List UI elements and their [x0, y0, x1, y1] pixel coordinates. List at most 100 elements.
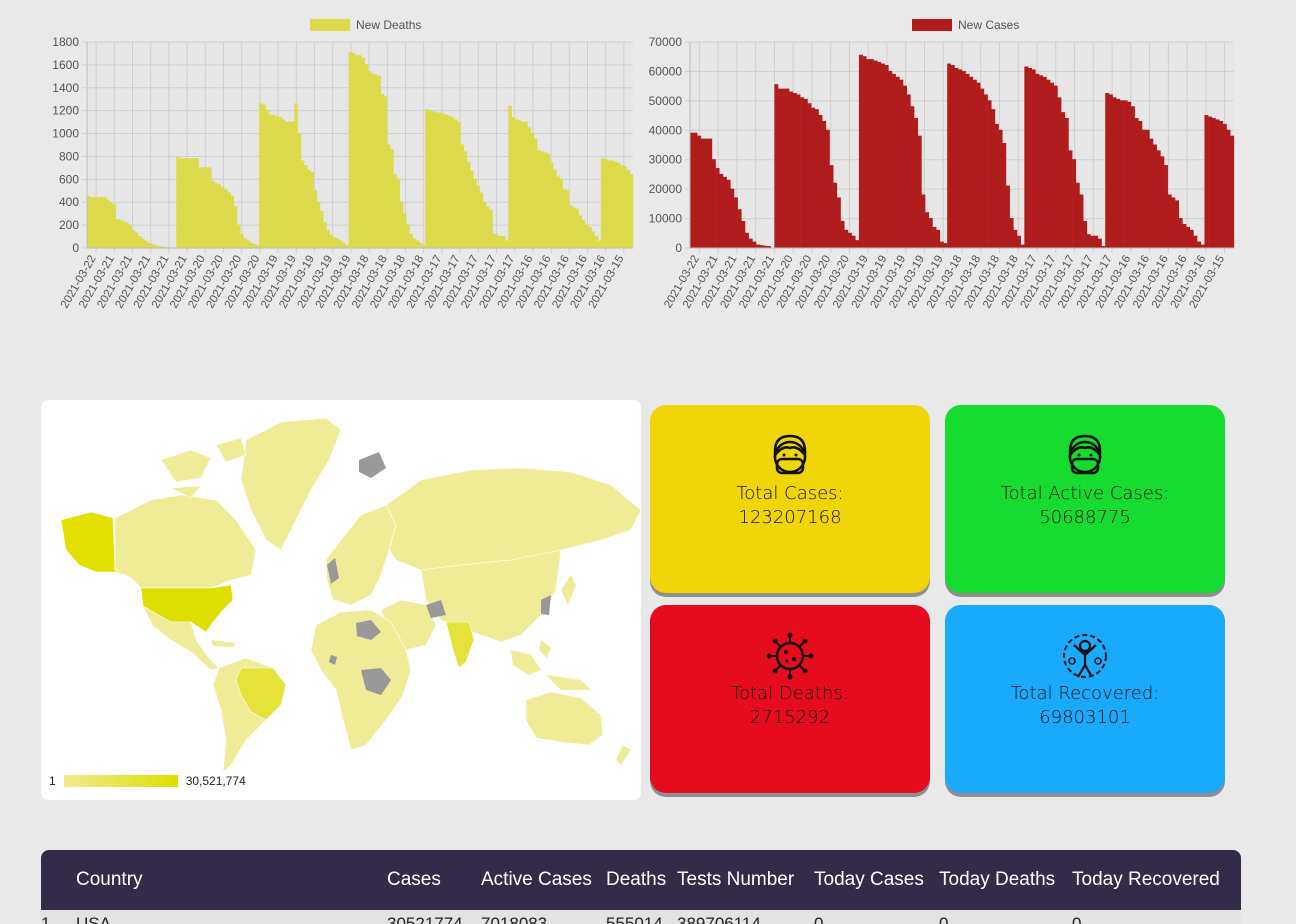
cases-bar [1013, 229, 1018, 249]
cases-bar [972, 79, 977, 249]
deaths-bar [466, 161, 471, 249]
world-map-svg[interactable] [41, 400, 641, 780]
deaths-bar [511, 117, 516, 249]
row-today-deaths: 0 [939, 914, 949, 924]
cases-bar [800, 97, 805, 249]
cases-bar [1138, 120, 1143, 249]
deaths-bar [115, 218, 120, 249]
russia-region[interactable] [385, 467, 641, 571]
deaths-bar [604, 159, 608, 249]
cases-bar [836, 197, 841, 249]
total-deaths-card: Total Deaths: 2715292 [650, 605, 930, 793]
deaths-bar [329, 234, 334, 249]
deaths-bar [450, 117, 455, 249]
cases-bar [969, 76, 974, 249]
cases-bar [833, 182, 838, 249]
total-recovered-card: Total Recovered: 69803101 [945, 605, 1225, 793]
cases-bar [862, 56, 867, 249]
cases-bar [1079, 194, 1084, 249]
cases-bar [1053, 85, 1058, 249]
deaths-bar [272, 114, 276, 249]
column-header-today-cases[interactable]: Today Cases [814, 869, 924, 891]
map-legend: 1 30,521,774 [49, 774, 246, 788]
deaths-bar [147, 242, 152, 249]
column-header-cases[interactable]: Cases [387, 869, 441, 891]
cases-bar [855, 240, 860, 249]
column-header-active-cases[interactable]: Active Cases [481, 869, 592, 891]
cases-bar [899, 79, 904, 249]
deaths-bar [195, 158, 199, 249]
cases-bar [914, 118, 919, 249]
deaths-bar [291, 121, 295, 249]
deaths-bar [176, 157, 180, 249]
caribbean-region[interactable] [211, 640, 236, 647]
cases-bar [1039, 75, 1043, 249]
column-header-deaths[interactable]: Deaths [606, 869, 666, 891]
cases-bar [1116, 98, 1121, 249]
cases-bar [774, 84, 779, 249]
deaths-bar [297, 133, 302, 249]
cases-bar [1160, 156, 1165, 249]
japan-region[interactable] [561, 575, 576, 605]
deaths-bar [326, 230, 330, 249]
cases-bar [715, 168, 720, 249]
cases-bar [1097, 238, 1102, 249]
canada-region[interactable] [114, 494, 257, 589]
deaths-bar [358, 55, 362, 249]
deaths-bar [425, 109, 429, 249]
cases-bar [737, 209, 742, 249]
greenland-region[interactable] [240, 417, 342, 551]
deaths-bar [380, 94, 385, 249]
cases-y-tick-label: 10000 [649, 212, 683, 226]
deaths-bar [393, 174, 397, 249]
cases-bar [1086, 234, 1091, 249]
deaths-bar [501, 236, 506, 249]
cases-bar [814, 109, 819, 249]
cases-bar [1075, 182, 1080, 249]
cases-legend-swatch [912, 19, 952, 31]
column-header-country[interactable]: Country [76, 869, 143, 891]
table-row[interactable]: 1 USA 30521774 7018083 555014 389706114 … [41, 910, 1241, 924]
cases-bar [991, 109, 996, 249]
map-legend-gradient [63, 775, 178, 787]
arctic-islands-region[interactable] [160, 437, 247, 499]
australia-region[interactable] [525, 691, 604, 746]
india-region[interactable] [445, 621, 475, 669]
deaths-y-tick-label: 800 [59, 149, 79, 163]
cases-bar [1061, 112, 1066, 249]
total-deaths-value: 2715292 [749, 707, 831, 728]
cases-y-tick-label: 50000 [649, 94, 683, 108]
cases-bar [711, 159, 716, 249]
cases-bar [722, 176, 727, 249]
deaths-bar [86, 196, 91, 249]
column-header-today-recovered[interactable]: Today Recovered [1072, 869, 1220, 891]
world-map[interactable]: 1 30,521,774 [41, 400, 641, 800]
cases-bar [954, 67, 959, 249]
deaths-bar [252, 244, 257, 249]
deaths-y-tick-label: 400 [59, 195, 79, 209]
deaths-bar [332, 237, 337, 249]
column-header-today-deaths[interactable]: Today Deaths [939, 869, 1055, 891]
cases-bar [811, 107, 816, 249]
column-header-tests-number[interactable]: Tests Number [677, 869, 794, 891]
southeast-asia-region[interactable] [511, 640, 591, 690]
cases-bar [1141, 129, 1146, 249]
cases-bar [884, 65, 889, 249]
deaths-bar [495, 234, 500, 249]
svalbard-region[interactable] [359, 452, 386, 478]
new-zealand-region[interactable] [616, 745, 631, 765]
total-cases-value: 123207168 [738, 507, 842, 528]
deaths-bar [313, 190, 318, 249]
deaths-y-tick-label: 600 [59, 172, 79, 186]
deaths-y-tick-label: 200 [59, 218, 79, 232]
new-deaths-chart: 0 200 400 600 800 1000 1200 1400 1600 1800 2021-03… [0, 0, 648, 320]
deaths-bar [588, 226, 592, 249]
europe-region[interactable] [325, 504, 397, 606]
row-today-recovered: 0 [1072, 914, 1082, 924]
deaths-bar [556, 176, 560, 249]
cases-bar [1083, 221, 1088, 249]
cases-y-tick-label: 40000 [649, 123, 683, 137]
deaths-bar [125, 222, 129, 249]
cases-bar [873, 60, 878, 249]
cases-bar [1186, 226, 1191, 249]
